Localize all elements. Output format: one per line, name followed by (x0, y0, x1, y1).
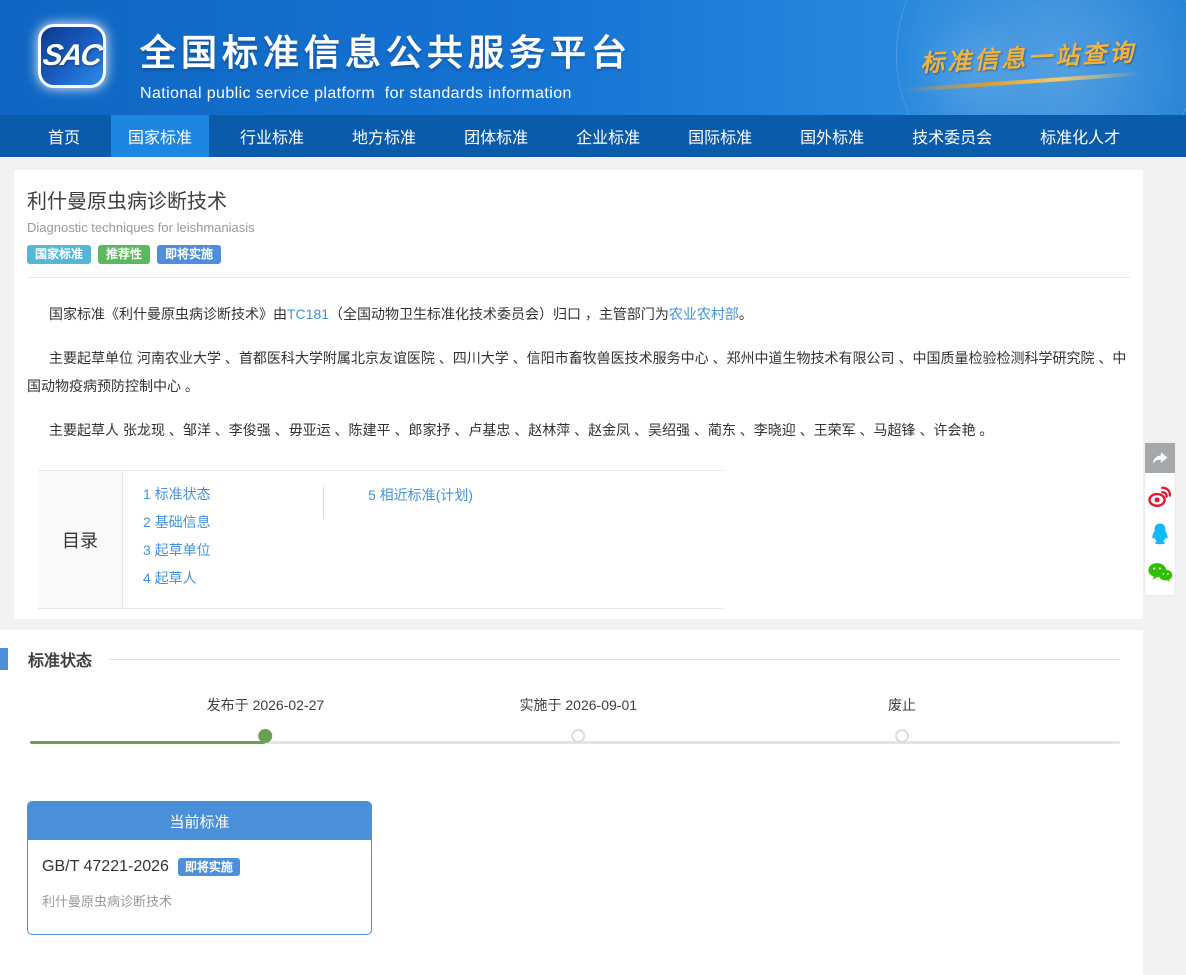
intro-middle: （全国动物卫生标准化技术委员会）归口 ，主管部门为 (329, 306, 669, 322)
timeline-label: 发布于 2026-02-27 (207, 695, 325, 715)
sac-logo[interactable]: SAC (38, 24, 106, 88)
badge-国家标准: 国家标准 (27, 245, 91, 264)
section-rule (108, 659, 1120, 660)
current-standard-header: 当前标准 (28, 802, 371, 840)
standard-code-row: GB/T 47221-2026 即将实施 (42, 858, 357, 876)
toc-link[interactable]: 5 相近标准(计划) (368, 487, 473, 503)
toc-link[interactable]: 3 起草单位 (143, 543, 211, 558)
nav-item-技术委员会[interactable]: 技术委员会 (895, 115, 1009, 157)
standard-title-en: Diagnostic techniques for leishmaniasis (27, 220, 1130, 235)
toc-label: 目录 (38, 471, 123, 608)
nav-item-行业标准[interactable]: 行业标准 (223, 115, 321, 157)
timeline-dot (258, 729, 272, 743)
timeline: 发布于 2026-02-27 实施于 2026-09-01 废止 (30, 695, 1120, 761)
upcoming-badge: 即将实施 (178, 858, 240, 876)
nav-item-国际标准[interactable]: 国际标准 (671, 115, 769, 157)
timeline-dot (895, 729, 909, 743)
toc-link[interactable]: 1 标准状态 (143, 487, 211, 502)
intro-paragraph: 国家标准《利什曼原虫病诊断技术》由TC181（全国动物卫生标准化技术委员会）归口… (27, 300, 1130, 328)
intro-suffix: 。 (739, 306, 753, 322)
site-brand: 全国标准信息公共服务平台 National public service pla… (140, 24, 632, 103)
standard-intro-zone: 利什曼原虫病诊断技术 Diagnostic techniques for lei… (0, 157, 1143, 630)
toc-col2: 5 相近标准(计划) (323, 487, 473, 519)
status-section: 标准状态 发布于 2026-02-27 实施于 2026-09-01 废止 当前标准… (0, 630, 1143, 975)
toc-link[interactable]: 4 起草人 (143, 571, 197, 586)
drafters-text: 张龙现 、邹洋 、李俊强 、毋亚运 、陈建平 、郎家抒 、卢基忠 、赵林萍 、赵… (123, 422, 993, 438)
current-standard-card[interactable]: 当前标准 GB/T 47221-2026 即将实施 利什曼原虫病诊断技术 (27, 801, 372, 935)
status-section-header: 标准状态 (0, 630, 1143, 671)
title-divider (27, 277, 1130, 278)
share-toolbar (1145, 443, 1175, 595)
nav-item-企业标准[interactable]: 企业标准 (559, 115, 657, 157)
status-section-title: 标准状态 (28, 647, 92, 671)
drafters-paragraph: 主要起草人张龙现 、邹洋 、李俊强 、毋亚运 、陈建平 、郎家抒 、卢基忠 、赵… (27, 416, 1130, 444)
nav-item-地方标准[interactable]: 地方标准 (335, 115, 433, 157)
standard-title: 利什曼原虫病诊断技术 (27, 190, 1130, 214)
page-body: 利什曼原虫病诊断技术 Diagnostic techniques for lei… (0, 157, 1186, 895)
site-header: SAC 全国标准信息公共服务平台 National public service… (0, 0, 1186, 115)
timeline-dot (571, 729, 585, 743)
sac-logo-text: SAC (41, 39, 103, 73)
content-container: 利什曼原虫病诊断技术 Diagnostic techniques for lei… (0, 157, 1143, 975)
section-accent-bar (0, 648, 8, 670)
weibo-icon[interactable] (1145, 481, 1175, 511)
department-link[interactable]: 农业农村部 (669, 306, 739, 322)
site-subtitle: National public service platform for sta… (140, 85, 632, 103)
main-nav: 首页国家标准行业标准地方标准团体标准企业标准国际标准国外标准技术委员会标准化人才 (0, 115, 1186, 157)
badge-即将实施: 即将实施 (157, 245, 221, 264)
qq-icon[interactable] (1145, 519, 1175, 549)
drafting-units-text: 河南农业大学 、首都医科大学附属北京友谊医院 、四川大学 、信阳市畜牧兽医技术服… (27, 350, 1126, 394)
toc-link[interactable]: 2 基础信息 (143, 515, 211, 530)
current-standard-body: GB/T 47221-2026 即将实施 利什曼原虫病诊断技术 (28, 840, 371, 934)
standard-badges: 国家标准推荐性即将实施 (27, 245, 1130, 264)
timeline-stop: 实施于 2026-09-01 (520, 695, 638, 743)
standard-code[interactable]: GB/T 47221-2026 (42, 858, 169, 876)
toc-body: 1 标准状态 2 基础信息 3 起草单位 4 起草人 5 相近标准(计划) (123, 471, 723, 608)
badge-推荐性: 推荐性 (98, 245, 150, 264)
share-icon[interactable] (1145, 443, 1175, 473)
current-standard-name: 利什曼原虫病诊断技术 (42, 891, 357, 910)
wechat-icon[interactable] (1145, 557, 1175, 587)
table-of-contents: 目录 1 标准状态 2 基础信息 3 起草单位 4 起草人 5 相近标准(计划) (38, 470, 723, 609)
intro-prefix: 国家标准《利什曼原虫病诊断技术》由 (49, 306, 287, 322)
nav-item-国外标准[interactable]: 国外标准 (783, 115, 881, 157)
tc-link[interactable]: TC181 (287, 306, 329, 322)
drafting-units-paragraph: 主要起草单位河南农业大学 、首都医科大学附属北京友谊医院 、四川大学 、信阳市畜… (27, 344, 1130, 400)
drafting-units-label: 主要起草单位 (49, 350, 133, 366)
drafters-label: 主要起草人 (49, 422, 119, 438)
nav-item-国家标准[interactable]: 国家标准 (111, 115, 209, 157)
timeline-stop: 废止 (888, 695, 916, 743)
site-title: 全国标准信息公共服务平台 (140, 24, 632, 76)
timeline-stop: 发布于 2026-02-27 (207, 695, 325, 743)
timeline-label: 废止 (888, 695, 916, 715)
nav-item-团体标准[interactable]: 团体标准 (447, 115, 545, 157)
standard-intro-card: 利什曼原虫病诊断技术 Diagnostic techniques for lei… (14, 170, 1143, 619)
nav-item-首页[interactable]: 首页 (31, 115, 97, 157)
timeline-label: 实施于 2026-09-01 (520, 695, 638, 715)
nav-item-标准化人才[interactable]: 标准化人才 (1023, 115, 1137, 157)
